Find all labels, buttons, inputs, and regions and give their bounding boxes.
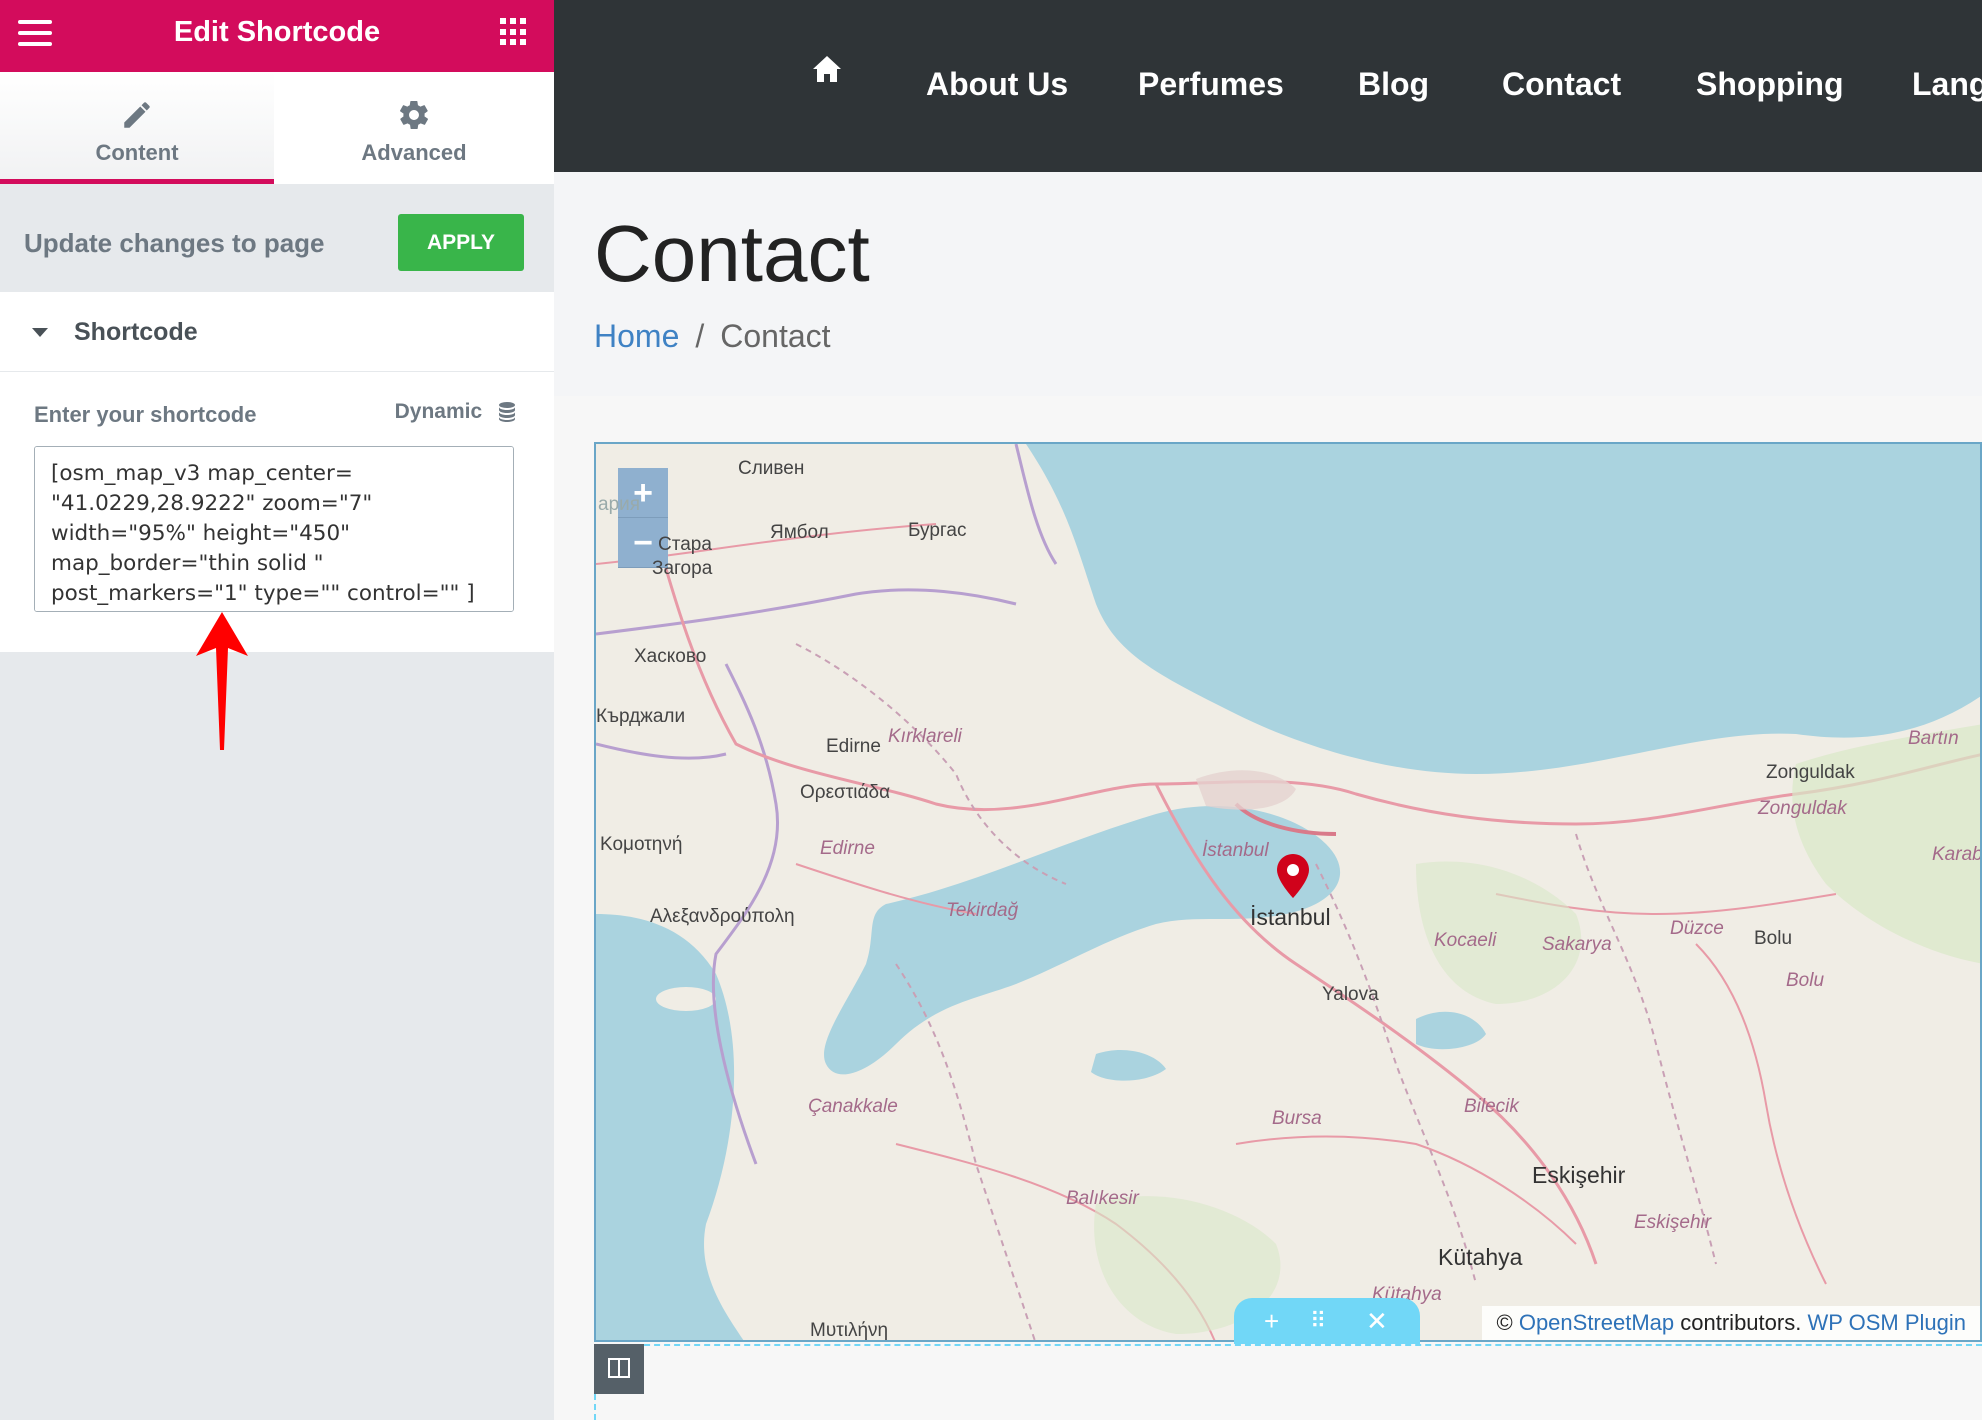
wp-osm-plugin-link[interactable]: WP OSM Plugin [1807, 1310, 1966, 1335]
map-label: Eskişehir [1532, 1162, 1626, 1188]
map-label: Kütahya [1438, 1244, 1523, 1270]
tab-content-label: Content [95, 140, 179, 165]
nav-language[interactable]: Lang [1912, 66, 1982, 103]
site-navigation: About Us Perfumes Blog Contact Shopping … [554, 0, 1982, 172]
apply-button[interactable]: APPLY [398, 214, 524, 271]
map-label: Zonguldak [1758, 798, 1847, 819]
nav-perfumes[interactable]: Perfumes [1138, 66, 1284, 103]
breadcrumb-separator: / [695, 318, 705, 354]
nav-contact[interactable]: Contact [1502, 66, 1621, 103]
map-label: Bilecik [1464, 1096, 1519, 1117]
pencil-icon [124, 102, 150, 128]
map-label: Сливен [738, 458, 805, 479]
map-label: ария [598, 494, 641, 515]
map-label: Balıkesir [1066, 1188, 1139, 1209]
shortcode-section-toggle[interactable]: Shortcode [0, 292, 554, 372]
tab-advanced-label: Advanced [361, 140, 467, 165]
map-label: Zonguldak [1766, 762, 1855, 783]
gear-icon [400, 100, 428, 130]
shortcode-section: Shortcode Enter your shortcode Dynamic [… [0, 292, 554, 652]
map-label: İstanbul [1250, 904, 1331, 930]
map-label: Edirne [826, 736, 881, 757]
map-label: Düzce [1670, 918, 1724, 939]
section-edit-toolbar: + ⠿ ✕ [1234, 1298, 1420, 1344]
caret-down-icon [32, 328, 48, 337]
map-label: Стара [658, 534, 712, 555]
map-label: Αλεξανδρούπολη [650, 906, 795, 927]
shortcode-textarea[interactable]: [osm_map_v3 map_center= "41.0229,28.9222… [34, 446, 514, 612]
dynamic-label: Dynamic [394, 400, 483, 423]
map-label: Хасково [634, 646, 707, 667]
column-handle-icon[interactable] [594, 1344, 644, 1394]
shortcode-field-label: Enter your shortcode [34, 402, 257, 427]
map-label: Bursa [1272, 1108, 1322, 1129]
map-label: Загора [652, 558, 713, 579]
panel-header: Edit Shortcode [0, 0, 554, 72]
nav-blog[interactable]: Blog [1358, 66, 1429, 103]
map-label: Tekirdağ [946, 900, 1019, 921]
breadcrumb-home-link[interactable]: Home [594, 318, 679, 354]
breadcrumb: Home / Contact [594, 318, 831, 355]
update-changes-label: Update changes to page [24, 228, 325, 258]
map-label: Бургас [908, 520, 967, 541]
section-title: Shortcode [74, 318, 198, 346]
page-header: Contact Home / Contact [554, 172, 1982, 396]
map-label: Κομοτηνή [600, 834, 683, 855]
map-label: Yalova [1322, 984, 1379, 1005]
annotation-arrow-icon [196, 612, 248, 750]
osm-map[interactable]: + − Сливен ария Ямбол Бургас Стара Загор… [594, 442, 1982, 1342]
map-label: Sakarya [1542, 934, 1612, 955]
close-icon[interactable]: ✕ [1366, 1306, 1388, 1337]
attribution-text: contributors. [1680, 1310, 1802, 1335]
map-label: İstanbul [1202, 840, 1269, 861]
map-label: Bolu [1754, 928, 1793, 949]
page-preview: About Us Perfumes Blog Contact Shopping … [554, 0, 1982, 1420]
map-label: Bartın [1908, 728, 1959, 749]
drag-handle-icon[interactable]: ⠿ [1310, 1308, 1326, 1334]
home-icon[interactable] [811, 54, 843, 84]
map-label: Ορεστιάδα [800, 782, 891, 803]
map-marker-icon[interactable] [1277, 854, 1309, 898]
map-label: Çanakkale [808, 1096, 898, 1117]
openstreetmap-link[interactable]: OpenStreetMap [1519, 1310, 1674, 1335]
editor-panel: Edit Shortcode Content Advanced Update c… [0, 0, 554, 1420]
tab-advanced[interactable]: Advanced [274, 72, 554, 184]
empty-section-area [594, 1344, 1982, 1420]
map-label: Кърджали [596, 706, 686, 727]
panel-title: Edit Shortcode [173, 16, 381, 48]
map-label: Kocaeli [1434, 930, 1497, 951]
map-label: Kırklareli [888, 726, 962, 747]
dynamic-tags-button[interactable]: Dynamic [395, 400, 516, 424]
breadcrumb-current: Contact [720, 318, 831, 354]
apply-row: Update changes to page APPLY [0, 184, 554, 292]
page-title: Contact [594, 209, 870, 298]
map-label: Eskişehir [1634, 1212, 1712, 1233]
add-section-icon[interactable]: + [1264, 1306, 1279, 1337]
map-label: Karab [1932, 844, 1982, 865]
nav-shopping[interactable]: Shopping [1696, 66, 1844, 103]
widgets-grid-icon[interactable] [500, 18, 528, 46]
map-label: Edirne [820, 838, 875, 859]
database-icon [499, 402, 515, 423]
map-label: Bolu [1786, 970, 1825, 991]
attribution-prefix: © [1496, 1310, 1513, 1335]
panel-tabs: Content Advanced [0, 72, 554, 184]
map-attribution: © OpenStreetMap contributors. WP OSM Plu… [1482, 1306, 1980, 1340]
tab-content[interactable]: Content [0, 72, 274, 184]
nav-about-us[interactable]: About Us [926, 66, 1068, 103]
map-label: Μυτιλήνη [810, 1320, 889, 1341]
map-label: Ямбол [770, 522, 829, 543]
